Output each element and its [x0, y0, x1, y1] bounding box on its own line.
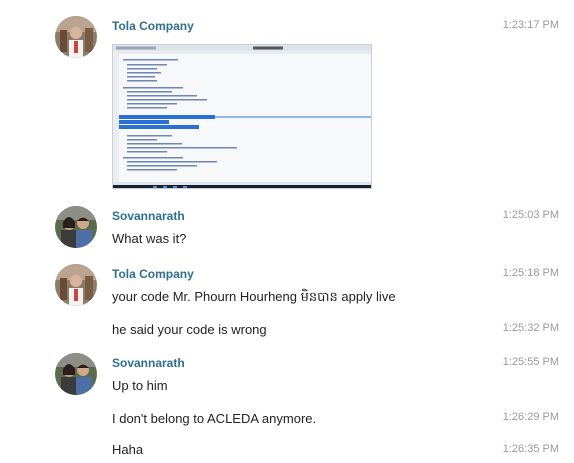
- message-text: he said your code is wrong: [112, 322, 267, 337]
- message-text: Up to him: [112, 378, 168, 393]
- message-text: your code Mr. Phourn Hourheng មិនបាន app…: [112, 289, 396, 304]
- avatar-tola-company[interactable]: [55, 264, 97, 306]
- message-timestamp: 1:26:35 PM: [502, 443, 559, 455]
- message-text: Haha: [112, 442, 144, 457]
- avatar-sovannarath[interactable]: [55, 353, 97, 395]
- avatar-sovannarath[interactable]: [55, 206, 97, 248]
- sender-name[interactable]: Tola Company: [112, 267, 194, 281]
- message-timestamp: 1:23:17 PM: [502, 19, 559, 31]
- message-timestamp: 1:26:29 PM: [502, 411, 559, 423]
- message-timestamp: 1:25:32 PM: [502, 322, 559, 334]
- sender-name[interactable]: Sovannarath: [112, 356, 185, 370]
- message-timestamp: 1:25:18 PM: [502, 267, 559, 279]
- sender-name[interactable]: Sovannarath: [112, 209, 185, 223]
- message-text: I don't belong to ACLEDA anymore.: [112, 411, 317, 426]
- avatar-tola-company[interactable]: [55, 16, 97, 58]
- sender-name[interactable]: Tola Company: [112, 19, 194, 33]
- message-text: What was it?: [112, 231, 187, 246]
- message-timestamp: 1:25:55 PM: [502, 356, 559, 368]
- message-timestamp: 1:25:03 PM: [502, 209, 559, 221]
- attached-screenshot-image[interactable]: [112, 44, 372, 189]
